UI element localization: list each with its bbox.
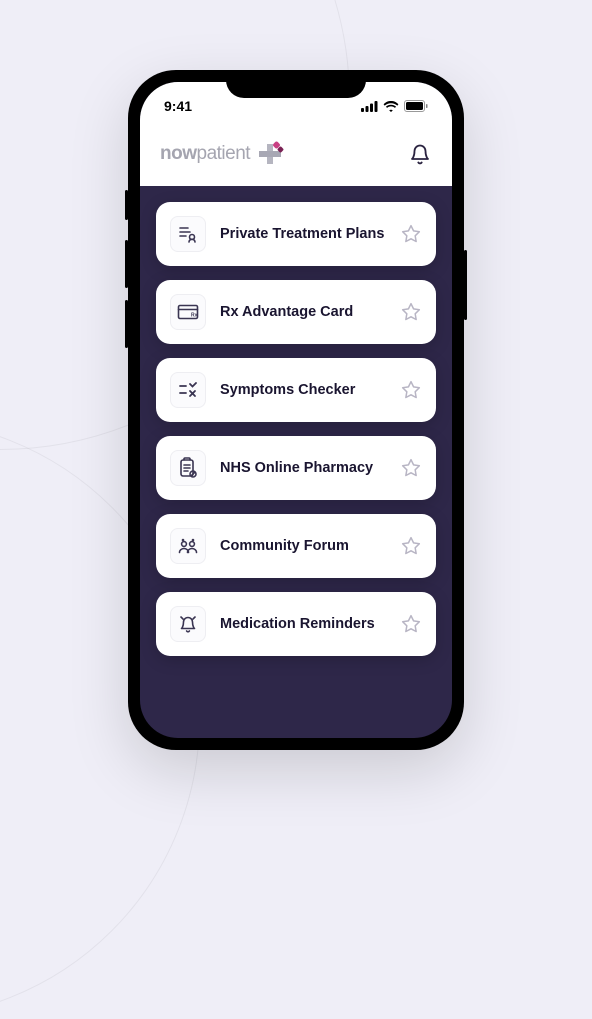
star-icon bbox=[401, 302, 421, 322]
card-nhs-online-pharmacy[interactable]: NHS Online Pharmacy bbox=[156, 436, 436, 500]
card-rx-advantage-card[interactable]: Rx Rx Advantage Card bbox=[156, 280, 436, 344]
card-private-treatment-plans[interactable]: Private Treatment Plans bbox=[156, 202, 436, 266]
battery-icon bbox=[404, 100, 428, 112]
favorite-button[interactable] bbox=[400, 223, 422, 245]
medication-reminders-icon bbox=[170, 606, 206, 642]
card-symptoms-checker[interactable]: Symptoms Checker bbox=[156, 358, 436, 422]
card-label: Symptoms Checker bbox=[220, 381, 386, 400]
phone-notch bbox=[226, 70, 366, 98]
star-icon bbox=[401, 536, 421, 556]
app-header: nowpatient bbox=[140, 130, 452, 186]
community-forum-icon bbox=[170, 528, 206, 564]
star-icon bbox=[401, 380, 421, 400]
card-label: NHS Online Pharmacy bbox=[220, 459, 386, 478]
card-label: Community Forum bbox=[220, 537, 386, 556]
phone-frame: 9:41 nowpatient bbox=[128, 70, 464, 750]
phone-screen: 9:41 nowpatient bbox=[140, 82, 452, 738]
favorite-button[interactable] bbox=[400, 379, 422, 401]
bell-icon bbox=[410, 143, 430, 165]
favorite-button[interactable] bbox=[400, 613, 422, 635]
feature-list: Private Treatment Plans Rx Rx Advantage … bbox=[140, 186, 452, 672]
notifications-button[interactable] bbox=[408, 142, 432, 166]
logo-mark-icon bbox=[254, 140, 282, 168]
star-icon bbox=[401, 458, 421, 478]
card-medication-reminders[interactable]: Medication Reminders bbox=[156, 592, 436, 656]
star-icon bbox=[401, 614, 421, 634]
card-label: Private Treatment Plans bbox=[220, 225, 386, 244]
treatment-plans-icon bbox=[170, 216, 206, 252]
logo-text: nowpatient bbox=[160, 143, 250, 165]
rx-card-icon: Rx bbox=[170, 294, 206, 330]
favorite-button[interactable] bbox=[400, 457, 422, 479]
card-community-forum[interactable]: Community Forum bbox=[156, 514, 436, 578]
svg-text:Rx: Rx bbox=[191, 313, 198, 319]
cellular-signal-icon bbox=[361, 101, 378, 112]
star-icon bbox=[401, 224, 421, 244]
card-label: Rx Advantage Card bbox=[220, 303, 386, 322]
symptoms-checker-icon bbox=[170, 372, 206, 408]
favorite-button[interactable] bbox=[400, 535, 422, 557]
card-label: Medication Reminders bbox=[220, 615, 386, 634]
status-time: 9:41 bbox=[164, 98, 192, 114]
status-icons bbox=[361, 100, 428, 112]
pharmacy-icon bbox=[170, 450, 206, 486]
favorite-button[interactable] bbox=[400, 301, 422, 323]
logo: nowpatient bbox=[160, 140, 282, 168]
wifi-icon bbox=[383, 101, 399, 112]
